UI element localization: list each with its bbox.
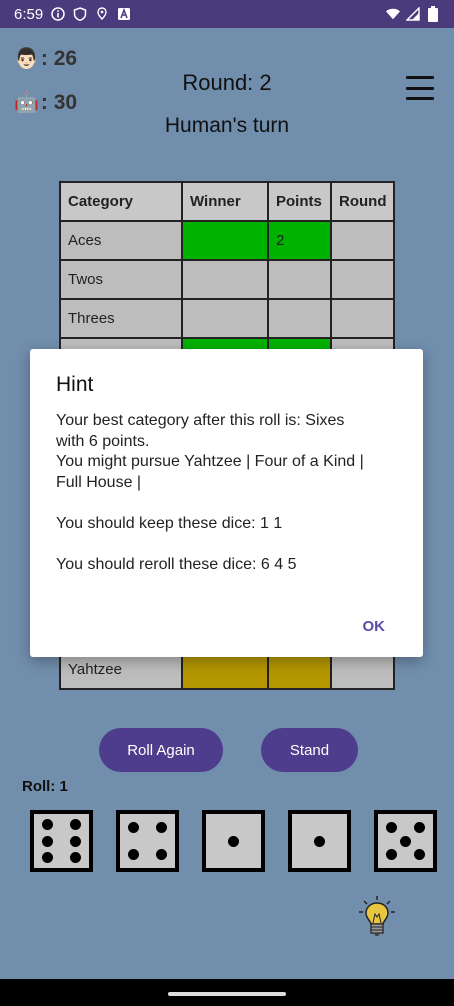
round-cell [329, 298, 396, 339]
human-score-value: : 26 [40, 46, 78, 70]
round-cell [329, 259, 396, 300]
round-title: Round: 2 [182, 70, 272, 95]
die-face [120, 814, 175, 868]
stand-button[interactable]: Stand [261, 728, 358, 772]
die-pip [128, 822, 140, 833]
wifi-icon [386, 7, 400, 21]
die-pip [42, 835, 54, 847]
die-pip [413, 822, 425, 833]
header-winner: Winner [181, 181, 269, 222]
signal-icon [406, 7, 420, 21]
die-pip [386, 849, 398, 860]
points-cell: 2 [267, 220, 332, 261]
dialog-line: Full House | [56, 473, 142, 491]
die-face [34, 814, 89, 868]
die-pip [400, 835, 411, 847]
die-pip [69, 851, 81, 863]
home-indicator[interactable] [168, 992, 286, 996]
die-pip [69, 835, 81, 847]
die-5[interactable] [374, 810, 437, 872]
battery-icon [426, 6, 440, 22]
location-icon [95, 7, 109, 21]
menu-icon[interactable] [406, 76, 434, 100]
die-pip [228, 835, 239, 847]
table-row[interactable]: Threes [59, 298, 396, 339]
status-bar: 6:59 [0, 0, 454, 28]
points-cell [267, 298, 332, 339]
turn-title: Human's turn [164, 114, 290, 137]
dialog-title: Hint [56, 373, 94, 396]
die-pip [42, 819, 54, 831]
die-face [378, 814, 433, 868]
dialog-line: Your best category after this roll is: S… [56, 412, 345, 429]
status-time: 6:59 [14, 5, 44, 23]
dialog-line: You should keep these dice: 1 1 [56, 514, 283, 532]
round-cell [329, 220, 396, 261]
die-2[interactable] [116, 810, 179, 872]
navigation-bar [0, 979, 454, 1006]
a-icon [117, 7, 131, 21]
header-points: Points [267, 181, 332, 222]
shield-icon [73, 7, 87, 21]
die-pip [386, 822, 398, 833]
roll-counter: Roll: 1 [22, 778, 68, 795]
die-face [206, 814, 261, 868]
category-cell: Twos [59, 259, 183, 300]
die-1[interactable] [30, 810, 93, 872]
human-avatar-icon: 👨🏻 [14, 48, 39, 70]
category-cell: Aces [59, 220, 183, 261]
points-cell [267, 259, 332, 300]
roll-again-button[interactable]: Roll Again [99, 728, 223, 772]
ok-button[interactable]: OK [363, 618, 386, 635]
header-category: Category [59, 181, 183, 222]
die-pip [413, 849, 425, 860]
dialog-line: You might pursue Yahtzee | Four of a Kin… [56, 453, 364, 470]
die-pip [42, 851, 54, 863]
table-row[interactable]: Aces 2 [59, 220, 396, 261]
info-icon [51, 7, 65, 21]
die-4[interactable] [288, 810, 351, 872]
die-3[interactable] [202, 810, 265, 872]
category-cell: Threes [59, 298, 183, 339]
die-face [292, 814, 347, 868]
die-pip [69, 819, 81, 831]
human-score: 👨🏻 : 26 [14, 46, 77, 71]
winner-cell [181, 220, 269, 261]
header-round: Round [329, 181, 396, 222]
die-pip [314, 835, 325, 847]
table-row[interactable]: Twos [59, 259, 396, 300]
winner-cell [181, 298, 269, 339]
hint-dialog: Hint Your best category after this roll … [30, 349, 423, 657]
dialog-line: You should reroll these dice: 6 4 5 [56, 555, 297, 573]
lightbulb-icon[interactable] [358, 895, 396, 939]
die-pip [155, 849, 167, 860]
dialog-body: Your best category after this roll is: S… [56, 411, 397, 575]
winner-cell [181, 259, 269, 300]
die-pip [155, 822, 167, 833]
dialog-line: with 6 points. [56, 432, 150, 450]
die-pip [128, 849, 140, 860]
table-header-row: Category Winner Points Round [59, 181, 396, 222]
